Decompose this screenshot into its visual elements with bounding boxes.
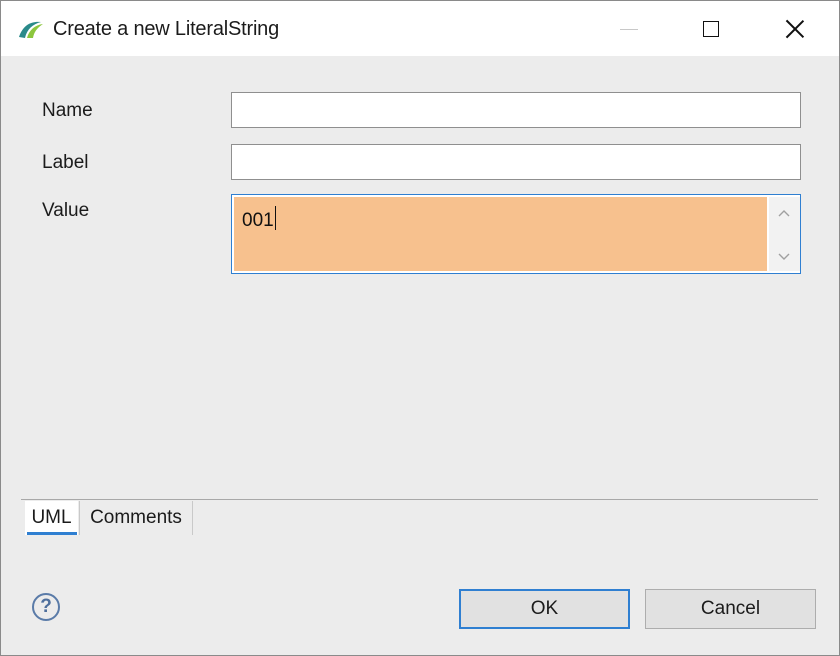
ok-button[interactable]: OK <box>459 589 630 629</box>
value-field[interactable]: 001 <box>231 194 801 274</box>
close-icon <box>785 19 805 39</box>
tabs-divider <box>21 499 818 500</box>
value-label: Value <box>42 200 90 221</box>
value-text: 001 <box>242 210 274 231</box>
window-title: Create a new LiteralString <box>53 18 280 40</box>
title-bar: Create a new LiteralString <box>1 1 839 56</box>
maximize-icon <box>703 20 719 37</box>
close-button[interactable] <box>765 1 825 56</box>
tab-uml-selected-indicator <box>27 532 77 535</box>
dialog-window: Create a new LiteralString Name Label Va… <box>0 0 840 656</box>
text-caret <box>274 206 276 230</box>
minimize-button[interactable] <box>599 1 659 56</box>
value-text-area[interactable]: 001 <box>234 197 767 271</box>
tab-comments[interactable]: Comments <box>79 501 193 535</box>
tab-uml[interactable]: UML <box>25 501 78 535</box>
label-label: Label <box>42 152 89 173</box>
value-scrollbar[interactable] <box>769 197 800 271</box>
help-icon[interactable]: ? <box>32 593 60 621</box>
maximize-button[interactable] <box>681 1 741 56</box>
chevron-up-icon[interactable] <box>777 207 791 221</box>
minimize-icon <box>620 29 638 30</box>
label-field[interactable] <box>231 144 801 180</box>
app-logo-icon <box>19 21 43 38</box>
chevron-down-icon[interactable] <box>777 249 791 263</box>
cancel-button[interactable]: Cancel <box>645 589 816 629</box>
name-label: Name <box>42 100 93 121</box>
name-field[interactable] <box>231 92 801 128</box>
